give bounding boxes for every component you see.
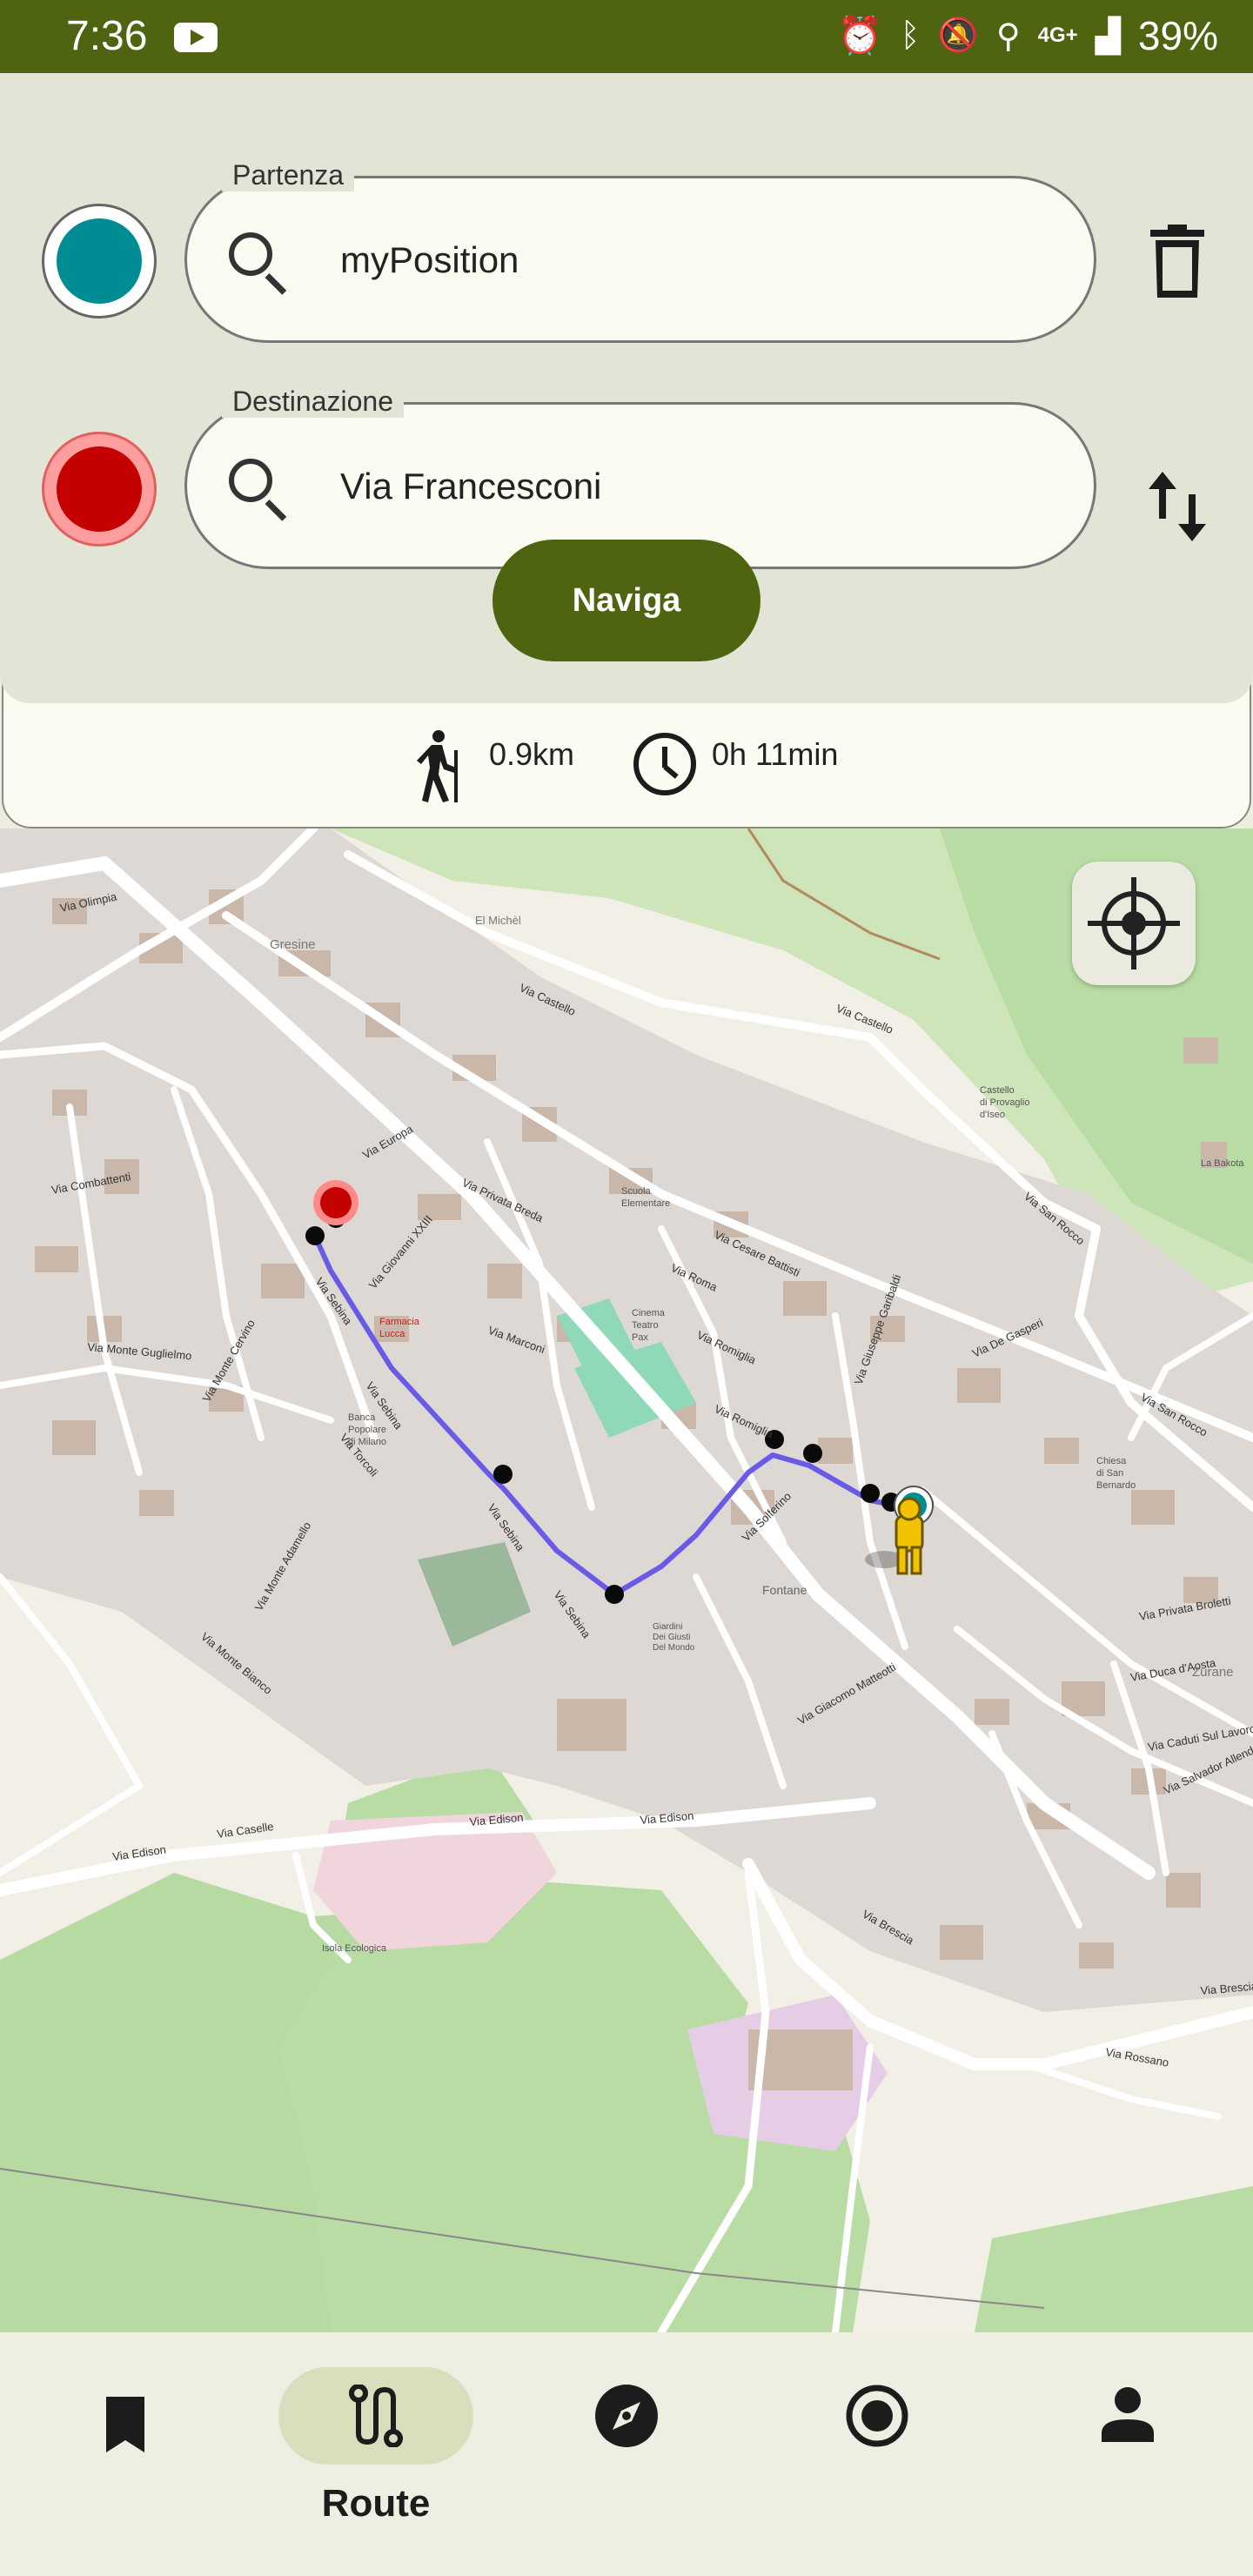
- svg-text:Banca: Banca: [348, 1412, 376, 1423]
- svg-text:Lucca: Lucca: [379, 1329, 405, 1339]
- svg-text:Zurane: Zurane: [1192, 1665, 1234, 1680]
- navigate-button[interactable]: Naviga: [492, 540, 761, 661]
- nav-route-label: Route: [321, 2482, 431, 2525]
- map-view[interactable]: Via Olimpia Gresine Via Castello Via Cas…: [0, 828, 1253, 2332]
- youtube-icon: [174, 23, 218, 52]
- delete-icon[interactable]: [1147, 225, 1208, 298]
- bookmark-icon: [106, 2397, 144, 2452]
- record-icon: [846, 2385, 908, 2447]
- clock-icon: [633, 733, 696, 795]
- svg-text:Teatro: Teatro: [632, 1320, 659, 1331]
- svg-text:Elementare: Elementare: [621, 1198, 670, 1209]
- route-duration: 0h 11min: [712, 736, 839, 772]
- svg-text:Popolare: Popolare: [348, 1425, 386, 1435]
- start-point-marker: [42, 204, 157, 319]
- map-canvas: Via Olimpia Gresine Via Castello Via Cas…: [0, 828, 1253, 2332]
- search-icon: [229, 459, 272, 502]
- alarm-icon: ⏰: [837, 14, 883, 56]
- gps-target-icon: [1102, 891, 1166, 956]
- route-distance: 0.9km: [489, 736, 575, 772]
- svg-text:Pax: Pax: [632, 1332, 648, 1343]
- nav-explore[interactable]: [529, 2367, 703, 2541]
- svg-text:Bernardo: Bernardo: [1096, 1480, 1136, 1491]
- destination-label: Destinazione: [222, 386, 404, 418]
- svg-text:Fontane: Fontane: [762, 1583, 807, 1597]
- search-icon: [229, 232, 272, 276]
- svg-text:Chiesa: Chiesa: [1096, 1456, 1127, 1466]
- nav-profile[interactable]: [1030, 2367, 1204, 2541]
- destination-input[interactable]: [340, 452, 1054, 521]
- svg-text:El Michèl: El Michèl: [475, 914, 521, 927]
- svg-text:Castello: Castello: [980, 1085, 1015, 1096]
- bluetooth-icon: ᛒ: [900, 17, 921, 54]
- svg-text:Scuola: Scuola: [621, 1186, 652, 1197]
- svg-text:La Bakota: La Bakota: [1201, 1158, 1244, 1169]
- svg-text:Gresine: Gresine: [270, 937, 316, 952]
- nav-record[interactable]: [780, 2367, 954, 2541]
- status-time: 7:36: [66, 13, 148, 59]
- svg-text:Isola Ecologica: Isola Ecologica: [322, 1943, 387, 1954]
- profile-icon: [1102, 2387, 1154, 2442]
- svg-text:Del Mondo: Del Mondo: [653, 1643, 695, 1653]
- svg-text:di Milano: di Milano: [348, 1437, 386, 1447]
- svg-text:d'Iseo: d'Iseo: [980, 1110, 1005, 1120]
- svg-text:di San: di San: [1096, 1468, 1123, 1479]
- start-input[interactable]: [340, 225, 1054, 295]
- bottom-navigation: Route: [0, 2332, 1253, 2576]
- signal-icon: ▟: [1095, 17, 1121, 55]
- status-bar: 7:36 ⏰ ᛒ 🔕 ⚲ 4G+ ▟ 39%: [0, 0, 1253, 73]
- svg-text:Dei Giusti: Dei Giusti: [653, 1633, 690, 1642]
- nav-bookmarks[interactable]: [28, 2367, 202, 2541]
- svg-text:di Provaglio: di Provaglio: [980, 1097, 1029, 1108]
- hiking-icon: [417, 730, 458, 802]
- route-icon: [349, 2385, 403, 2447]
- nav-route[interactable]: Route: [278, 2367, 473, 2541]
- start-label: Partenza: [222, 159, 355, 191]
- start-field[interactable]: Partenza: [184, 159, 1096, 343]
- svg-text:Giardini: Giardini: [653, 1622, 682, 1632]
- svg-text:Cinema: Cinema: [632, 1308, 666, 1318]
- svg-text:Farmacia: Farmacia: [379, 1317, 420, 1327]
- compass-icon: [595, 2385, 658, 2447]
- swap-icon[interactable]: [1147, 470, 1208, 543]
- network-type: 4G+: [1037, 23, 1078, 47]
- status-icons: ⏰ ᛒ 🔕 ⚲ 4G+ ▟ 39%: [837, 12, 1218, 59]
- battery-level: 39%: [1137, 13, 1218, 58]
- location-icon: ⚲: [995, 17, 1021, 55]
- mute-icon: 🔕: [937, 17, 979, 54]
- my-location-button[interactable]: [1072, 862, 1196, 985]
- destination-point-marker: [42, 432, 157, 547]
